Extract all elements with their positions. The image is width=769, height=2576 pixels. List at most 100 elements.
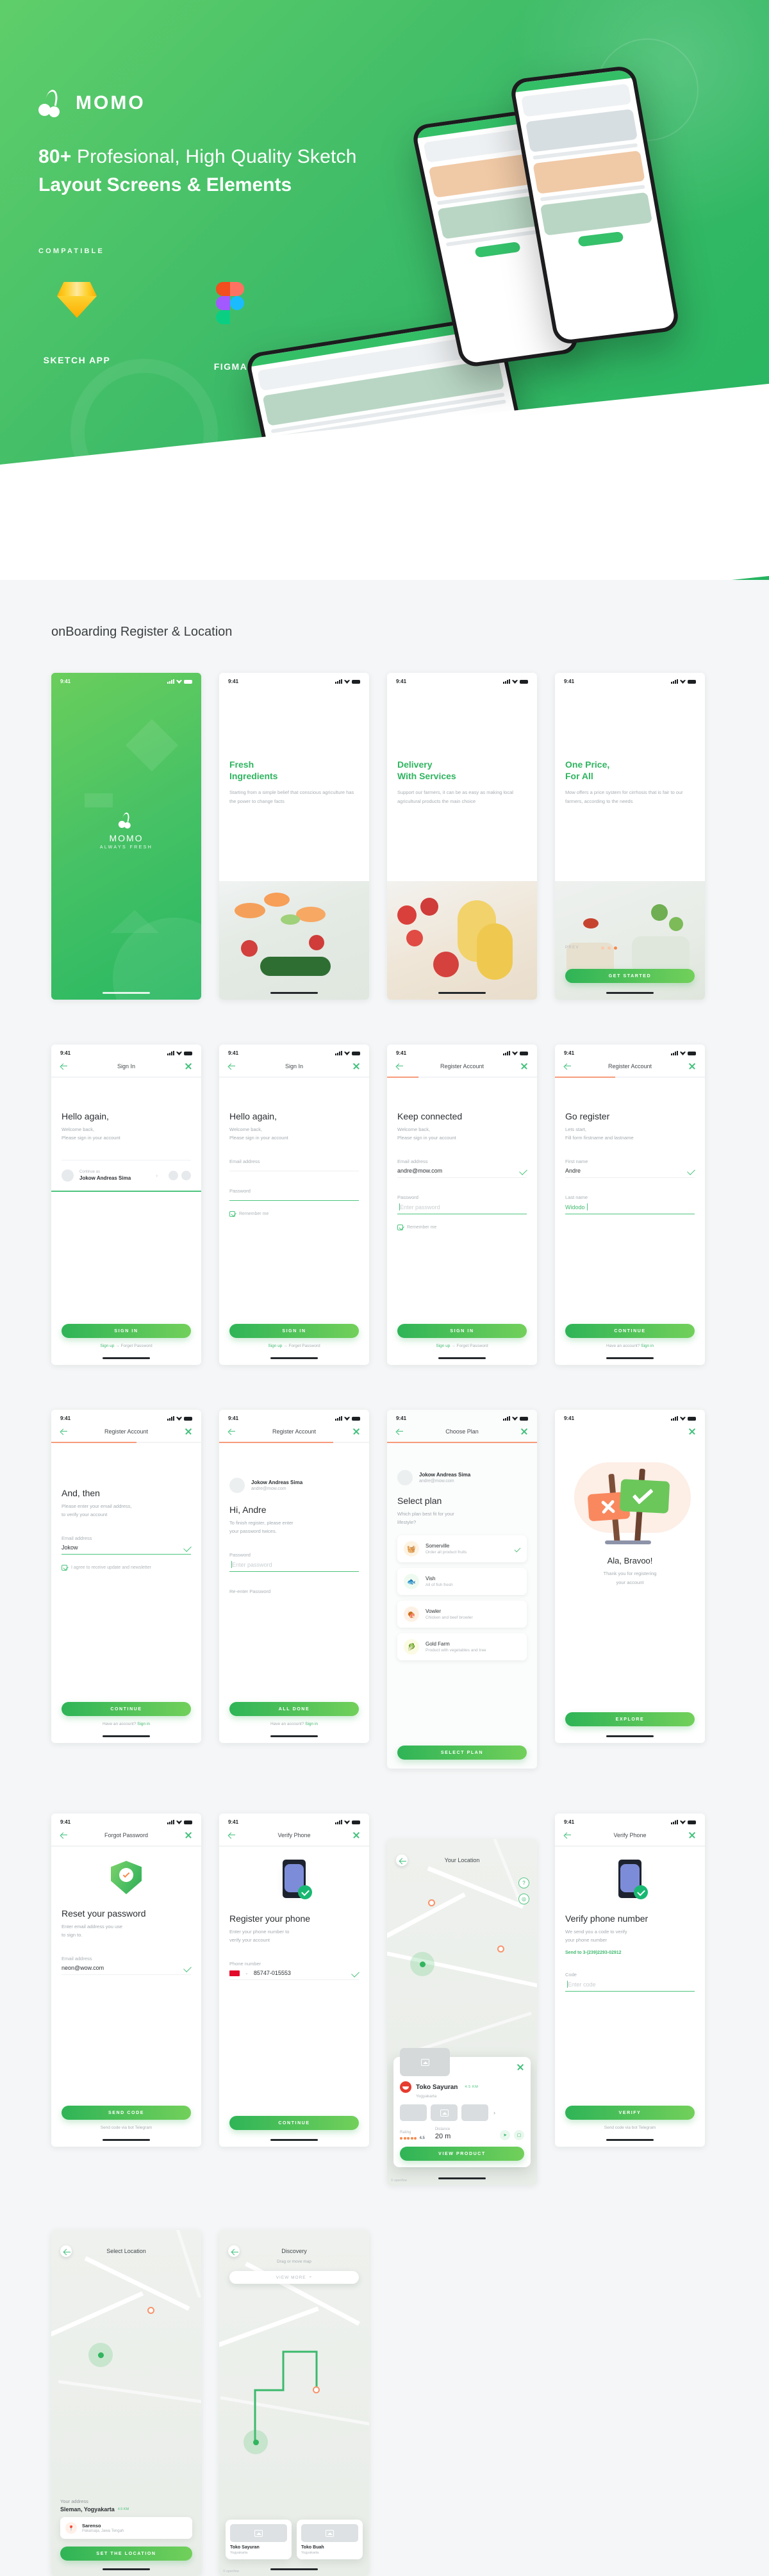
poi-card[interactable]: 📍 Sarenso Pakarsaja, Jawa Tengah bbox=[60, 2517, 192, 2539]
close-icon[interactable] bbox=[688, 1428, 696, 1435]
screen-your-location[interactable]: Your Location ? ◎ Toko Sayuran 4.5 KM Yo… bbox=[387, 1839, 537, 2185]
set-location-button[interactable]: SET THE LOCATION bbox=[60, 2547, 192, 2561]
plan-option[interactable]: 🍖 Vowler Chicken and beef browler bbox=[397, 1601, 527, 1628]
back-arrow-icon[interactable] bbox=[60, 1428, 68, 1435]
compass-icon[interactable]: ◎ bbox=[518, 1894, 529, 1904]
email-field-group[interactable]: Email address Jokow bbox=[62, 1535, 192, 1555]
select-plan-button[interactable]: SELECT PLAN bbox=[397, 1746, 527, 1760]
remember-me-checkbox[interactable] bbox=[229, 1211, 235, 1218]
continue-button[interactable]: CONTINUE bbox=[229, 2116, 359, 2130]
bookmark-icon[interactable]: ▢ bbox=[514, 2130, 524, 2140]
map-pin[interactable] bbox=[428, 1899, 435, 1906]
map-pin[interactable] bbox=[147, 2307, 154, 2314]
forget-password-link[interactable]: Forget Password bbox=[289, 1344, 320, 1348]
map-pin[interactable] bbox=[497, 1945, 504, 1953]
code-input[interactable]: Enter code bbox=[565, 1981, 695, 1988]
phone-field-group[interactable]: Phone number ⌄ 85747-015553 bbox=[229, 1961, 360, 1981]
back-arrow-icon[interactable] bbox=[60, 1831, 68, 1839]
agree-checkbox[interactable] bbox=[62, 1565, 67, 1571]
back-arrow-icon[interactable] bbox=[228, 1831, 236, 1839]
back-arrow-icon[interactable] bbox=[228, 2245, 240, 2257]
close-icon[interactable] bbox=[520, 1062, 528, 1070]
close-icon[interactable] bbox=[352, 1428, 360, 1435]
screen-forgot-password[interactable]: 9:41 Forgot Password Reset your password… bbox=[51, 1813, 201, 2147]
signin-button[interactable]: SIGN IN bbox=[397, 1324, 527, 1338]
lastname-input[interactable]: Widodo bbox=[565, 1203, 695, 1211]
continue-button[interactable]: CONTINUE bbox=[62, 1702, 191, 1716]
repassword-field-group[interactable]: Re-enter Password bbox=[229, 1589, 359, 1601]
place-detail-sheet[interactable]: Toko Sayuran 4.5 KM Yogyakarta › Rating … bbox=[393, 2048, 531, 2167]
close-icon[interactable] bbox=[688, 1062, 696, 1070]
email-input[interactable]: andre@mow.com bbox=[397, 1168, 527, 1174]
remember-me-checkbox[interactable] bbox=[397, 1225, 403, 1231]
send-via-telegram-link[interactable]: Send code via bot Telegram bbox=[62, 2126, 191, 2130]
screen-bravo-success[interactable]: 9:41 Ala, Bravoo! Thank you for register… bbox=[555, 1410, 705, 1743]
signup-link[interactable]: Sign up bbox=[100, 1344, 114, 1348]
signin-link[interactable]: Sign in bbox=[137, 1722, 150, 1726]
place-gallery[interactable]: › bbox=[400, 2104, 524, 2121]
gallery-thumb[interactable] bbox=[400, 2104, 427, 2121]
screen-onboarding-fresh[interactable]: 9:41 Fresh Ingredients Starting from a s… bbox=[219, 673, 369, 1000]
chevron-down-icon[interactable]: ⌄ bbox=[245, 1970, 249, 1976]
back-arrow-icon[interactable] bbox=[396, 1854, 408, 1866]
signin-button[interactable]: SIGN IN bbox=[62, 1324, 191, 1338]
forget-password-link[interactable]: Forget Password bbox=[457, 1344, 488, 1348]
back-arrow-icon[interactable] bbox=[60, 1062, 68, 1070]
continue-button[interactable]: CONTINUE bbox=[565, 1324, 695, 1338]
back-arrow-icon[interactable] bbox=[396, 1062, 404, 1070]
screen-signin-continue-as[interactable]: 9:41 Sign In Hello again, Welcome back, … bbox=[51, 1044, 201, 1365]
close-icon[interactable] bbox=[352, 1062, 360, 1070]
screen-splash[interactable]: 9:41 MOMO ALWAYS FRESH bbox=[51, 673, 201, 1000]
gallery-thumb[interactable] bbox=[461, 2104, 488, 2121]
code-field-group[interactable]: Code Enter code bbox=[565, 1972, 695, 1992]
back-arrow-icon[interactable] bbox=[228, 1428, 236, 1435]
phone-input-row[interactable]: ⌄ 85747-015553 bbox=[229, 1970, 359, 1976]
back-arrow-icon[interactable] bbox=[396, 1428, 404, 1435]
back-arrow-icon[interactable] bbox=[228, 1062, 236, 1070]
chevron-right-icon[interactable]: › bbox=[493, 2110, 495, 2116]
screen-onboarding-oneprice[interactable]: 9:41 One Price, For All Mow offers a pri… bbox=[555, 673, 705, 1000]
view-product-button[interactable]: VIEW PRODUCT bbox=[400, 2147, 524, 2161]
remember-me-row[interactable]: Remember me bbox=[397, 1225, 527, 1231]
screen-verify-code[interactable]: 9:41 Verify Phone Verify phone number We… bbox=[555, 1813, 705, 2147]
explore-button[interactable]: EXPLORE bbox=[565, 1712, 695, 1726]
email-input[interactable]: neon@wow.com bbox=[62, 1965, 191, 1971]
lastname-field-group[interactable]: Last name Widodo bbox=[565, 1194, 695, 1215]
phone-input[interactable]: 85747-015553 bbox=[254, 1970, 291, 1976]
map-canvas[interactable]: Discovery Drag or move map VIEW MORE ⌕ T… bbox=[219, 2230, 369, 2576]
close-icon[interactable] bbox=[517, 2063, 524, 2071]
email-input[interactable]: Jokow bbox=[62, 1544, 191, 1551]
screen-register-go[interactable]: 9:41 Register Account Go register Lets s… bbox=[555, 1044, 705, 1365]
send-code-button[interactable]: SEND CODE bbox=[62, 2106, 191, 2120]
forget-password-link[interactable]: Forget Password bbox=[121, 1344, 153, 1348]
remember-me-row[interactable]: Remember me bbox=[229, 1211, 359, 1218]
agree-row[interactable]: I agree to receive update and newsletter bbox=[62, 1565, 191, 1571]
gallery-thumb[interactable] bbox=[431, 2104, 458, 2121]
password-input[interactable]: Enter password bbox=[229, 1561, 359, 1569]
help-icon[interactable]: ? bbox=[518, 1878, 529, 1888]
prev-button[interactable]: PREV bbox=[565, 946, 579, 950]
firstname-field-group[interactable]: First name Andre bbox=[565, 1159, 695, 1178]
screen-onboarding-delivery[interactable]: 9:41 Delivery With Services Support our … bbox=[387, 673, 537, 1000]
store-card[interactable]: Toko Sayuran Yogyakarta bbox=[226, 2520, 292, 2559]
close-icon[interactable] bbox=[520, 1428, 528, 1435]
verify-button[interactable]: VERIFY bbox=[565, 2106, 695, 2120]
password-input[interactable]: Enter password bbox=[397, 1203, 527, 1211]
password-field-group[interactable]: Password bbox=[229, 1188, 359, 1201]
get-started-button[interactable]: GET STARTED bbox=[565, 969, 695, 983]
map-canvas[interactable]: Select Location Your address Sleman, Yog… bbox=[51, 2230, 201, 2576]
screen-register-keep-connected[interactable]: 9:41 Register Account Keep connected Wel… bbox=[387, 1044, 537, 1365]
screen-signin-form[interactable]: 9:41 Sign In Hello again, Welcome back, … bbox=[219, 1044, 369, 1365]
password-field-group[interactable]: Password Enter password bbox=[229, 1552, 359, 1573]
close-icon[interactable] bbox=[352, 1831, 360, 1839]
close-icon[interactable] bbox=[185, 1831, 192, 1839]
plan-option[interactable]: 🥬 Gold Farm Product with vegetables and … bbox=[397, 1633, 527, 1661]
signin-link[interactable]: Sign in bbox=[305, 1722, 318, 1726]
password-field-group[interactable]: Password Enter password bbox=[397, 1194, 527, 1215]
other-accounts[interactable] bbox=[169, 1171, 191, 1181]
screen-discovery[interactable]: Discovery Drag or move map VIEW MORE ⌕ T… bbox=[219, 2230, 369, 2576]
send-via-telegram-link[interactable]: Send code via bot Telegram bbox=[565, 2126, 695, 2130]
plan-option[interactable]: 🧺 Somerville Order all product fruits bbox=[397, 1535, 527, 1563]
plan-option[interactable]: 🐟 Vish All of fish fresh bbox=[397, 1568, 527, 1596]
email-field-group[interactable]: Email address neon@wow.com bbox=[62, 1956, 192, 1976]
